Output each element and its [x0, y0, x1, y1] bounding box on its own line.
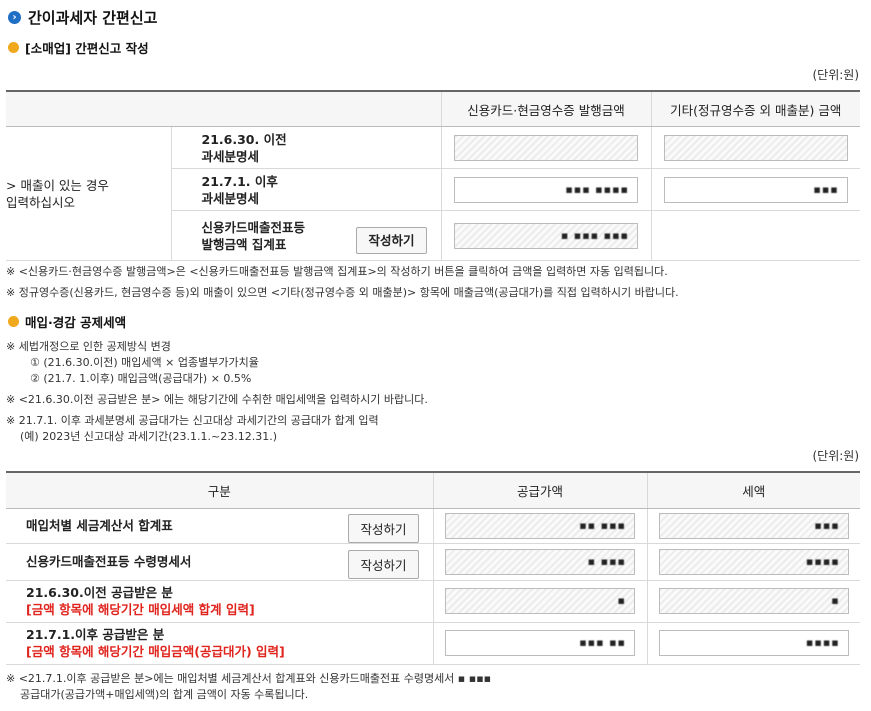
after-received-tax-input[interactable]: ▪▪▪▪	[658, 630, 849, 656]
row-after-received: 21.7.1.이후 공급받은 분 [금액 항목에 해당기간 매입금액(공급대가)…	[6, 622, 433, 665]
section2-title: 매입·경감 공제세액	[8, 312, 126, 330]
row-label-line: 과세분명세	[201, 148, 260, 164]
row-before-received: 21.6.30.이전 공급받은 분 [금액 항목에 해당기간 매입세액 합계 입…	[6, 580, 433, 623]
row-label: 매입처별 세금계산서 합계표	[26, 518, 173, 533]
col-header-card-sales: 신용카드·현금영수증 발행금액	[440, 90, 651, 127]
card-sales-after-input[interactable]: ▪▪▪ ▪▪▪▪	[454, 176, 638, 203]
field-value: ▪▪▪ ▪▪	[579, 636, 626, 649]
side-label-line1: > 매출이 있는 경우	[6, 177, 109, 193]
tax-invoice-supply-field: ▪▪ ▪▪▪	[445, 512, 635, 539]
tax-invoice-tax-field: ▪▪▪	[658, 512, 849, 539]
write-card-receipt-button[interactable]: 작성하기	[348, 549, 419, 579]
write-tax-invoice-button[interactable]: 작성하기	[348, 513, 419, 543]
note-line: ※ 세법개정으로 인한 공제방식 변경	[6, 340, 171, 353]
other-sales-before-input[interactable]	[663, 134, 848, 161]
note-line: ※ 21.7.1. 이후 과세분명세 공급대가는 신고대상 과세기간의 공급대가…	[6, 414, 379, 427]
field-value: ▪▪▪	[814, 518, 840, 532]
card-summary-amount: ▪ ▪▪▪ ▪▪▪	[454, 222, 638, 249]
section1-title: [소매업] 간편신고 작성	[8, 38, 149, 56]
row-label-after: 21.7.1. 이후 과세분명세	[170, 168, 441, 211]
side-label-line2: 입력하십시오	[6, 194, 76, 210]
col-header-supply-amount: 공급가액	[432, 471, 647, 509]
bullet-dot-icon	[8, 41, 19, 53]
field-value: ▪ ▪▪▪	[587, 554, 626, 568]
note-line: ※ 정규영수증(신용카드, 현금영수증 등)외 매출이 있으면 <기타(정규영수…	[6, 286, 679, 299]
deduction-table: 구분 공급가액 세액 매입처별 세금계산서 합계표 작성하기 ▪▪ ▪▪▪ ▪▪…	[6, 471, 860, 665]
row-warning-label: [금액 항목에 해당기간 매입금액(공급대가) 입력]	[26, 644, 285, 659]
before-received-supply-field: ▪	[445, 588, 635, 614]
row-label-line: 21.7.1. 이후	[201, 173, 278, 189]
row-tax-invoice: 매입처별 세금계산서 합계표 작성하기	[6, 508, 433, 544]
card-receipt-tax-field: ▪▪▪▪	[658, 548, 849, 575]
row-warning-label: [금액 항목에 해당기간 매입세액 합계 입력]	[26, 602, 255, 617]
note-line: (예) 2023년 신고대상 과세기간(23.1.1.~23.12.31.)	[20, 430, 278, 443]
field-value: ▪▪▪ ▪▪▪▪	[565, 182, 629, 196]
bullet-dot-icon	[8, 315, 19, 327]
footer-note: 공급대가(공급가액+매입세액)의 합계 금액이 자동 수록됩니다.	[20, 688, 309, 701]
write-card-summary-button[interactable]: 작성하기	[356, 227, 427, 254]
col-header-other-sales: 기타(정규영수증 외 매출분) 금액	[650, 90, 860, 127]
before-received-tax-field: ▪	[658, 588, 849, 614]
unit-label: (단위:원)	[812, 449, 859, 463]
card-receipt-supply-field: ▪ ▪▪▪	[445, 548, 635, 575]
row-label: 21.7.1.이후 공급받은 분	[26, 627, 165, 642]
field-value: ▪	[831, 594, 840, 607]
arrow-right-circle-icon: ›	[8, 10, 21, 24]
section2-title-text: 매입·경감 공제세액	[25, 314, 127, 330]
page-title: › 간이과세자 간편신고	[8, 6, 157, 28]
row-label-summary: 신용카드매출전표등 발행금액 집계표 작성하기	[170, 210, 441, 261]
row-label-before: 21.6.30. 이전 과세분명세	[170, 126, 441, 169]
row-label: 21.6.30.이전 공급받은 분	[26, 585, 173, 600]
note-line: ※ <신용카드·현금영수증 발행금액>은 <신용카드매출전표등 발행금액 집계표…	[6, 265, 668, 278]
section1-title-text: [소매업] 간편신고 작성	[25, 40, 149, 56]
note-line: ※ <21.6.30.이전 공급받은 분> 에는 해당기간에 수취한 매입세액을…	[6, 393, 428, 406]
field-value: ▪▪▪	[813, 182, 839, 196]
other-sales-after-input[interactable]: ▪▪▪	[663, 176, 848, 203]
sales-table: 신용카드·현금영수증 발행금액 기타(정규영수증 외 매출분) 금액 > 매출이…	[6, 90, 860, 261]
row-label-line: 과세분명세	[201, 190, 260, 206]
col-header-category: 구분	[6, 471, 433, 509]
col-header-tax-amount: 세액	[646, 471, 860, 509]
field-value: ▪▪▪▪	[805, 554, 840, 568]
unit-label: (단위:원)	[812, 68, 859, 82]
field-value: ▪▪▪▪	[805, 636, 840, 649]
field-value: ▪ ▪▪▪ ▪▪▪	[560, 228, 629, 242]
footer-note: ※ <21.7.1.이후 공급받은 분>에는 매입처별 세금계산서 합계표와 신…	[6, 672, 492, 685]
row-label: 신용카드매출전표등 수령명세서	[26, 554, 192, 569]
field-value: ▪▪ ▪▪▪	[579, 518, 626, 532]
page-title-text: 간이과세자 간편신고	[28, 8, 158, 27]
note-line: ① (21.6.30.이전) 매입세액 × 업종별부가가치율	[30, 356, 259, 369]
card-sales-before-input[interactable]	[454, 134, 638, 161]
note-line: ② (21.7. 1.이후) 매입금액(공급대가) × 0.5%	[30, 372, 252, 385]
field-value: ▪	[617, 594, 626, 607]
row-card-receipt: 신용카드매출전표등 수령명세서 작성하기	[6, 543, 433, 581]
side-label: > 매출이 있는 경우 입력하십시오	[6, 126, 171, 261]
after-received-supply-input[interactable]: ▪▪▪ ▪▪	[445, 630, 635, 656]
row-label-line: 21.6.30. 이전	[201, 131, 287, 147]
